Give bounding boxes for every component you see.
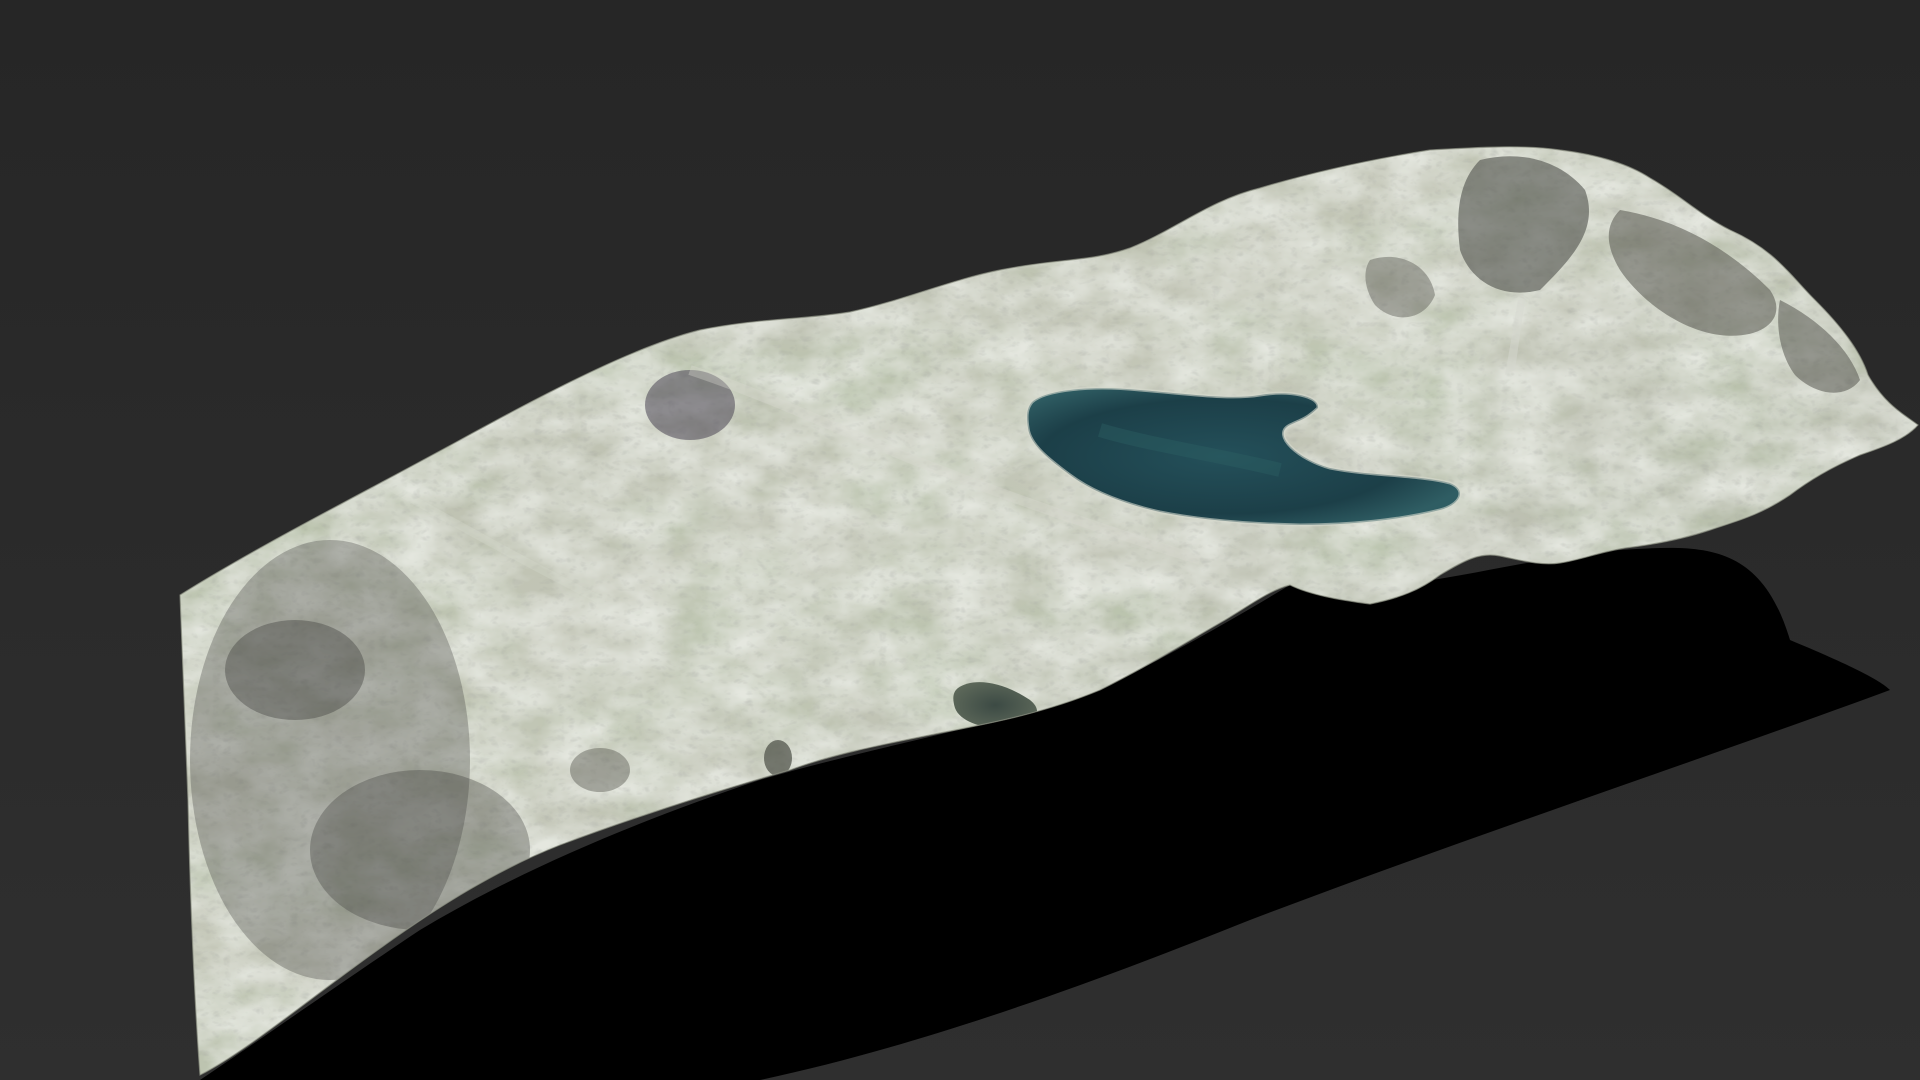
viewport-3d[interactable] [0,0,1920,1080]
terrain-render [0,0,1920,1080]
